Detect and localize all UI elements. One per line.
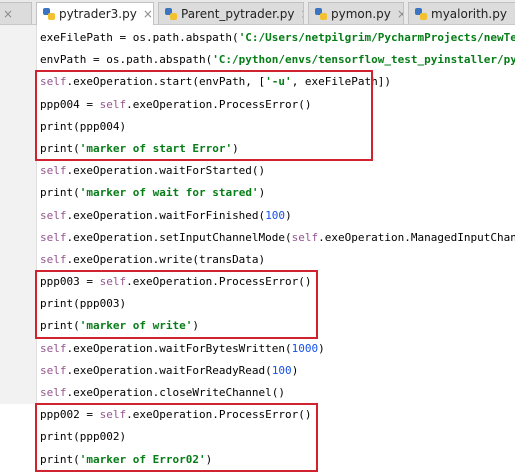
editor-tab[interactable]: Parent_pytrader.py × xyxy=(158,2,304,24)
code-token: .exeOperation.ManagedInputChannel) xyxy=(318,230,515,244)
code-token: self xyxy=(40,252,67,266)
code-token: .exeOperation.waitForStarted() xyxy=(66,164,266,178)
code-token: .exeOperation.setInputChannelMode( xyxy=(66,230,292,244)
code-line[interactable]: self.exeOperation.closeWriteChannel() xyxy=(40,382,515,404)
editor-tab-bar: × pytrader3.py × Parent_pytrader.py × py… xyxy=(0,0,515,25)
python-file-icon xyxy=(43,8,55,20)
close-icon[interactable]: × xyxy=(143,7,153,21)
python-file-icon xyxy=(165,7,177,20)
python-file-icon xyxy=(415,7,427,20)
editor-tab[interactable]: × xyxy=(0,2,32,24)
code-token: self xyxy=(40,230,67,244)
highlight-box xyxy=(35,70,373,162)
code-token: self xyxy=(40,208,67,222)
code-line[interactable]: self.exeOperation.write(transData) xyxy=(40,249,515,271)
code-token: 'marker of wait for stared' xyxy=(79,186,259,200)
close-icon[interactable]: × xyxy=(397,7,403,21)
code-line[interactable]: self.exeOperation.waitForBytesWritten(10… xyxy=(40,338,515,360)
code-line[interactable]: self.exeOperation.waitForFinished(100) xyxy=(40,205,515,227)
code-token: self xyxy=(291,230,319,244)
code-token: ) xyxy=(285,208,292,222)
code-token: .exeOperation.waitForReadyRead( xyxy=(66,363,272,377)
code-line[interactable]: self.exeOperation.waitForReadyRead(100) xyxy=(40,360,515,382)
code-token: .exeOperation.closeWriteChannel() xyxy=(66,386,286,399)
code-token: 'C:/Users/netpilgrim/PycharmProjects/new… xyxy=(238,31,515,44)
code-line[interactable]: print('marker of wait for stared') xyxy=(40,182,515,204)
code-token: .exeOperation.waitForFinished( xyxy=(66,208,266,222)
code-token: .exeOperation.waitForBytesWritten( xyxy=(66,341,292,355)
tab-label: pymon.py xyxy=(331,6,391,21)
code-token: print( xyxy=(40,186,80,200)
code-line[interactable]: exeFilePath = os.path.abspath('C:/Users/… xyxy=(40,27,515,49)
code-line[interactable]: self.exeOperation.waitForStarted() xyxy=(40,160,515,182)
code-token: self xyxy=(40,341,67,355)
code-token: ) xyxy=(318,341,325,355)
highlight-box xyxy=(35,403,318,472)
highlight-box xyxy=(35,270,318,339)
code-token: 100 xyxy=(265,208,286,222)
tab-label: pytrader3.py xyxy=(59,7,137,21)
code-token: self xyxy=(40,363,67,377)
code-token: 'C:/python/envs/tensorflow_test_pyinstal… xyxy=(212,53,515,67)
tab-label: Parent_pytrader.py xyxy=(181,6,295,21)
editor-tab-active[interactable]: pytrader3.py × xyxy=(36,2,154,25)
code-line[interactable]: self.exeOperation.setInputChannelMode(se… xyxy=(40,227,515,249)
code-token: 100 xyxy=(271,363,292,377)
code-line[interactable]: envPath = os.path.abspath('C:/python/env… xyxy=(40,49,515,71)
code-token: envPath = os.path.abspath( xyxy=(40,53,213,67)
editor-gutter xyxy=(0,25,37,404)
editor-tab[interactable]: pymon.py × xyxy=(308,2,404,24)
code-token: self xyxy=(40,164,67,178)
code-token: 1000 xyxy=(291,341,319,355)
code-token: ) xyxy=(258,186,266,200)
tab-label: myalorith.py xyxy=(431,6,507,21)
python-file-icon xyxy=(315,7,327,20)
code-token: self xyxy=(40,386,67,399)
editor-tab[interactable]: myalorith.py × xyxy=(408,2,515,24)
close-icon[interactable]: × xyxy=(301,7,304,21)
code-token: ) xyxy=(291,363,299,377)
close-icon[interactable]: × xyxy=(3,7,13,21)
code-token: .exeOperation.write(transData) xyxy=(66,252,266,266)
code-token: exeFilePath = os.path.abspath( xyxy=(40,31,239,44)
